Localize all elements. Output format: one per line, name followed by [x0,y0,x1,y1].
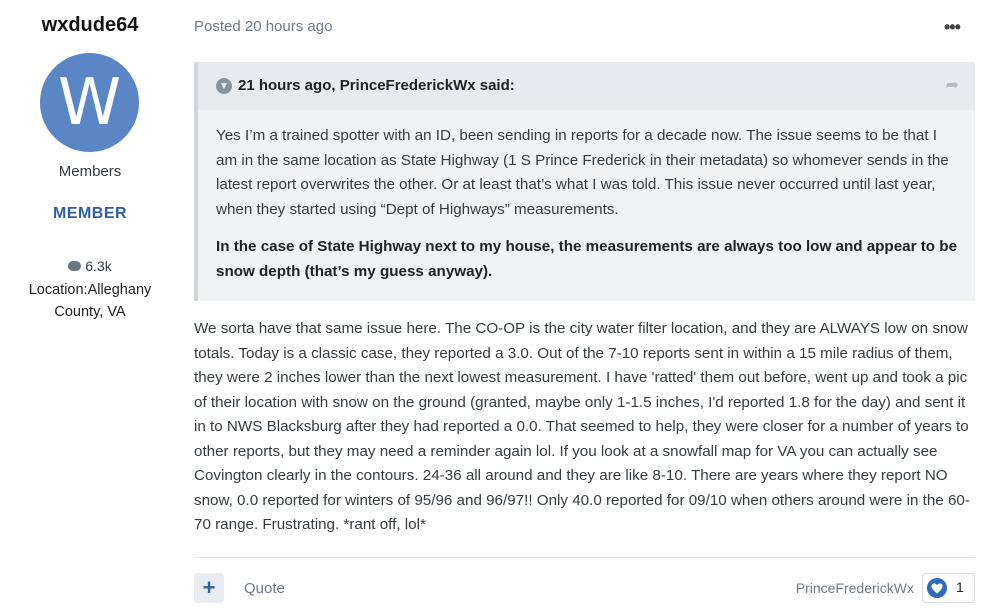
post-count-value: 6.3k [85,258,112,274]
reaction-user-link[interactable]: PrinceFrederickWx [796,580,914,596]
post-timestamp[interactable]: Posted 20 hours ago [194,18,332,35]
ellipsis-icon[interactable]: ••• [944,17,961,38]
author-location: Location:Alleghany County, VA [28,282,152,320]
quote-paragraph: Yes I’m a trained spotter with an ID, be… [216,127,949,218]
quote-citation: 21 hours ago, PrinceFrederickWx said: [238,77,515,94]
avatar-letter: W [57,65,122,140]
author-name[interactable]: wxdude64 [0,14,180,37]
chevron-down-icon[interactable]: ▼ [216,78,232,94]
author-rank-badge: MEMBER [52,205,128,222]
quote-content: Yes I’m a trained spotter with an ID, be… [216,124,961,297]
post-count: 6.3k [0,258,180,274]
post-content: We sorta have that same issue here. The … [194,320,970,533]
avatar[interactable]: W [40,53,139,152]
multiquote-add-button[interactable]: + [194,573,224,603]
comment-icon [68,261,82,271]
reaction-count: 1 [956,579,964,595]
author-group: Members [58,163,122,180]
quote-header[interactable]: ▼ 21 hours ago, PrinceFrederickWx said: … [198,62,975,110]
reaction-button[interactable]: 1 [922,573,975,603]
quote-paragraph-bold: In the case of State Highway next to my … [216,238,958,280]
quote-block: ▼ 21 hours ago, PrinceFrederickWx said: … [194,62,975,301]
quote-button[interactable]: Quote [244,580,285,597]
share-arrow-icon[interactable]: ➦ [946,75,959,95]
heart-icon [927,578,947,598]
divider [194,557,975,558]
